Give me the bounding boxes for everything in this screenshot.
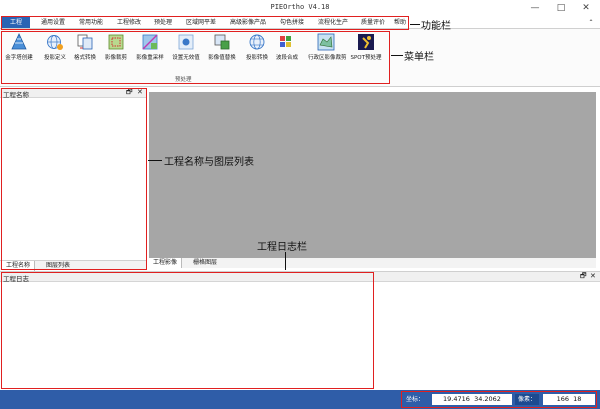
title-bar: PIEOrtho V4.18 — □ ✕ — [0, 0, 600, 16]
annotation-project: 工程名称与图层列表 — [164, 157, 254, 168]
annotation-line-ribbon — [391, 55, 403, 56]
annotation-line-log — [285, 252, 286, 270]
annotation-menu: 功能栏 — [421, 21, 451, 32]
close-window-button[interactable]: ✕ — [578, 2, 594, 14]
close-icon[interactable]: ✕ — [590, 272, 596, 280]
maximize-button[interactable]: □ — [553, 2, 569, 14]
annotation-ribbon: 菜单栏 — [404, 52, 434, 63]
tab-raster-layer[interactable]: 栅格图层 — [189, 258, 221, 268]
ribbon-highlight-box — [1, 31, 390, 84]
annotation-log: 工程日志栏 — [257, 242, 307, 253]
minimize-button[interactable]: — — [527, 2, 543, 14]
image-view[interactable] — [149, 92, 596, 258]
ribbon-collapse-icon[interactable]: ⌃ — [586, 17, 596, 28]
project-highlight-box — [1, 88, 147, 270]
menu-highlight-box — [1, 16, 409, 30]
tab-project-image[interactable]: 工程影像 — [149, 258, 183, 268]
status-highlight-box — [401, 391, 597, 408]
log-highlight-box — [1, 272, 374, 389]
annotation-line-project — [148, 160, 162, 161]
float-icon[interactable]: 🗗 — [580, 272, 587, 283]
window-title: PIEOrtho V4.18 — [270, 3, 330, 11]
view-tabs: 工程影像 栅格图层 — [149, 258, 596, 268]
annotation-line-menu — [410, 24, 420, 25]
